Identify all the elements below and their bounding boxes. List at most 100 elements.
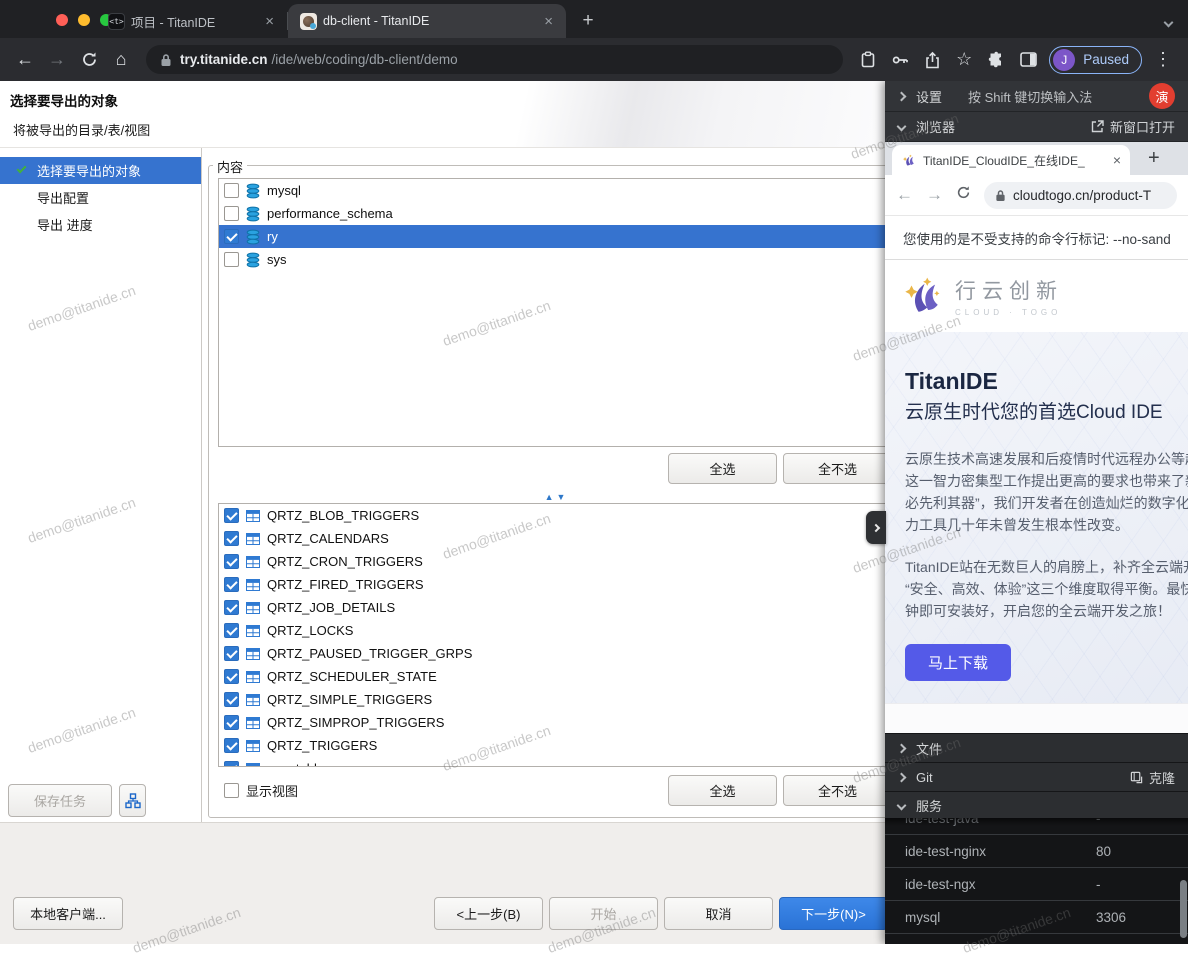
tab-close-icon[interactable]: × bbox=[541, 13, 556, 30]
task-tree-icon-button[interactable] bbox=[119, 784, 146, 817]
chevron-right-icon bbox=[897, 91, 907, 101]
table-list-item[interactable]: QRTZ_FIRED_TRIGGERS bbox=[219, 573, 891, 596]
tab-close-icon[interactable]: × bbox=[262, 13, 277, 30]
show-views-checkbox[interactable] bbox=[224, 783, 239, 798]
wizard-steps: 选择要导出的对象导出配置导出 进度 保存任务 bbox=[0, 148, 202, 822]
save-task-button[interactable]: 保存任务 bbox=[8, 784, 112, 817]
services-row[interactable]: 服务 bbox=[885, 791, 1188, 818]
db-checkbox[interactable] bbox=[224, 252, 239, 267]
files-row[interactable]: 文件 bbox=[885, 733, 1188, 762]
cancel-button[interactable]: 取消 bbox=[664, 897, 773, 930]
table-list-item[interactable]: QRTZ_SCHEDULER_STATE bbox=[219, 665, 891, 688]
table-list-item[interactable]: QRTZ_SIMPROP_TRIGGERS bbox=[219, 711, 891, 734]
inner-new-tab-button[interactable]: + bbox=[1148, 147, 1160, 170]
tab-search-chevron-icon[interactable] bbox=[1165, 13, 1172, 31]
table-list-item[interactable]: QRTZ_JOB_DETAILS bbox=[219, 596, 891, 619]
clone-button[interactable]: 克隆 bbox=[1130, 768, 1175, 787]
wizard-step[interactable]: 导出 进度 bbox=[0, 211, 201, 238]
open-new-window-button[interactable]: 新窗口打开 bbox=[1091, 117, 1175, 136]
db-checkbox[interactable] bbox=[224, 183, 239, 198]
db-list-item[interactable]: performance_schema bbox=[219, 202, 891, 225]
db-list-item[interactable]: sys bbox=[219, 248, 891, 271]
table-name: QRTZ_LOCKS bbox=[267, 623, 353, 638]
table-checkbox[interactable] bbox=[224, 692, 239, 707]
scrollbar-thumb[interactable] bbox=[1180, 880, 1187, 938]
table-checkbox[interactable] bbox=[224, 554, 239, 569]
inner-address-bar[interactable]: cloudtogo.cn/product-T bbox=[984, 182, 1177, 209]
key-icon[interactable] bbox=[885, 45, 915, 75]
profile-chip[interactable]: J Paused bbox=[1049, 46, 1142, 74]
inner-forward-button[interactable]: → bbox=[926, 185, 943, 205]
table-list-item[interactable]: QRTZ_SIMPLE_TRIGGERS bbox=[219, 688, 891, 711]
menu-dots-icon[interactable]: ⋮ bbox=[1148, 45, 1178, 75]
table-list-item[interactable]: QRTZ_PAUSED_TRIGGER_GRPS bbox=[219, 642, 891, 665]
table-list-item[interactable]: QRTZ_CRON_TRIGGERS bbox=[219, 550, 891, 573]
settings-row[interactable]: 设置 按 Shift 键切换输入法 演 bbox=[885, 81, 1188, 112]
service-row[interactable]: ide-test-ngx- bbox=[885, 868, 1188, 901]
inner-tab[interactable]: TitanIDE_CloudIDE_在线IDE_ × bbox=[892, 145, 1130, 175]
table-checkbox[interactable] bbox=[224, 623, 239, 638]
inner-reload-button[interactable] bbox=[956, 185, 971, 205]
table-checkbox[interactable] bbox=[224, 738, 239, 753]
bookmark-star-icon[interactable]: ☆ bbox=[949, 45, 979, 75]
back-button[interactable]: ← bbox=[10, 45, 40, 75]
browser-section-row[interactable]: 浏览器 新窗口打开 bbox=[885, 112, 1188, 142]
tab-db-client[interactable]: db-client - TitanIDE × bbox=[288, 4, 566, 38]
inner-back-button[interactable]: ← bbox=[896, 185, 913, 205]
table-list-item[interactable]: QRTZ_BLOB_TRIGGERS bbox=[219, 504, 891, 527]
list-splitter[interactable]: ▲ ▼ bbox=[218, 491, 892, 503]
db-list-item[interactable]: ry bbox=[219, 225, 891, 248]
table-checkbox[interactable] bbox=[224, 715, 239, 730]
back-step-button[interactable]: <上一步(B) bbox=[434, 897, 543, 930]
clipboard-icon[interactable] bbox=[853, 45, 883, 75]
select-none-button[interactable]: 全不选 bbox=[783, 453, 892, 484]
table-list-item[interactable]: gen_table bbox=[219, 757, 891, 767]
service-row[interactable]: ide-test-nginx80 bbox=[885, 835, 1188, 868]
table-list[interactable]: QRTZ_BLOB_TRIGGERSQRTZ_CALENDARSQRTZ_CRO… bbox=[218, 503, 892, 767]
extensions-icon[interactable] bbox=[981, 45, 1011, 75]
table-list-item[interactable]: QRTZ_CALENDARS bbox=[219, 527, 891, 550]
reload-button[interactable] bbox=[74, 45, 104, 75]
demo-badge[interactable]: 演 bbox=[1149, 83, 1175, 109]
home-button[interactable]: ⌂ bbox=[106, 45, 136, 75]
db-checkbox[interactable] bbox=[224, 229, 239, 244]
address-bar[interactable]: try.titanide.cn /ide/web/coding/db-clien… bbox=[146, 45, 843, 74]
table-checkbox[interactable] bbox=[224, 577, 239, 592]
titanide-favicon: <t> bbox=[108, 13, 125, 30]
database-list[interactable]: mysqlperformance_schemarysys bbox=[218, 178, 892, 447]
forward-button[interactable]: → bbox=[42, 45, 72, 75]
wizard-step[interactable]: 选择要导出的对象 bbox=[0, 157, 201, 184]
table-list-item[interactable]: QRTZ_LOCKS bbox=[219, 619, 891, 642]
next-step-button[interactable]: 下一步(N)> bbox=[779, 897, 888, 930]
select-all-button[interactable]: 全选 bbox=[668, 453, 777, 484]
table-checkbox[interactable] bbox=[224, 531, 239, 546]
splitter-up-icon[interactable]: ▲ bbox=[545, 493, 554, 502]
tab-project[interactable]: <t> 项目 - TitanIDE × bbox=[96, 4, 287, 38]
select-none-button[interactable]: 全不选 bbox=[783, 775, 892, 806]
sidebar-bottom: 保存任务 bbox=[0, 784, 201, 822]
table-list-item[interactable]: QRTZ_TRIGGERS bbox=[219, 734, 891, 757]
start-button[interactable]: 开始 bbox=[549, 897, 658, 930]
new-tab-button[interactable]: + bbox=[574, 7, 602, 35]
table-checkbox[interactable] bbox=[224, 600, 239, 615]
download-button[interactable]: 马上下载 bbox=[905, 644, 1011, 681]
minimize-window-button[interactable] bbox=[78, 14, 90, 26]
table-checkbox[interactable] bbox=[224, 646, 239, 661]
service-row[interactable]: mysql3306 bbox=[885, 901, 1188, 934]
panel-expand-handle[interactable] bbox=[866, 511, 886, 544]
share-icon[interactable] bbox=[917, 45, 947, 75]
local-client-button[interactable]: 本地客户端... bbox=[13, 897, 123, 930]
db-list-item[interactable]: mysql bbox=[219, 179, 891, 202]
service-name: ide-test-ngx bbox=[905, 877, 1096, 892]
table-icon bbox=[245, 715, 261, 731]
select-all-button[interactable]: 全选 bbox=[668, 775, 777, 806]
db-checkbox[interactable] bbox=[224, 206, 239, 221]
git-row[interactable]: Git 克隆 bbox=[885, 762, 1188, 791]
side-panel-icon[interactable] bbox=[1013, 45, 1043, 75]
table-checkbox[interactable] bbox=[224, 669, 239, 684]
wizard-step[interactable]: 导出配置 bbox=[0, 184, 201, 211]
table-checkbox[interactable] bbox=[224, 508, 239, 523]
splitter-down-icon[interactable]: ▼ bbox=[557, 493, 566, 502]
inner-tab-close-icon[interactable]: × bbox=[1113, 152, 1121, 168]
close-window-button[interactable] bbox=[56, 14, 68, 26]
